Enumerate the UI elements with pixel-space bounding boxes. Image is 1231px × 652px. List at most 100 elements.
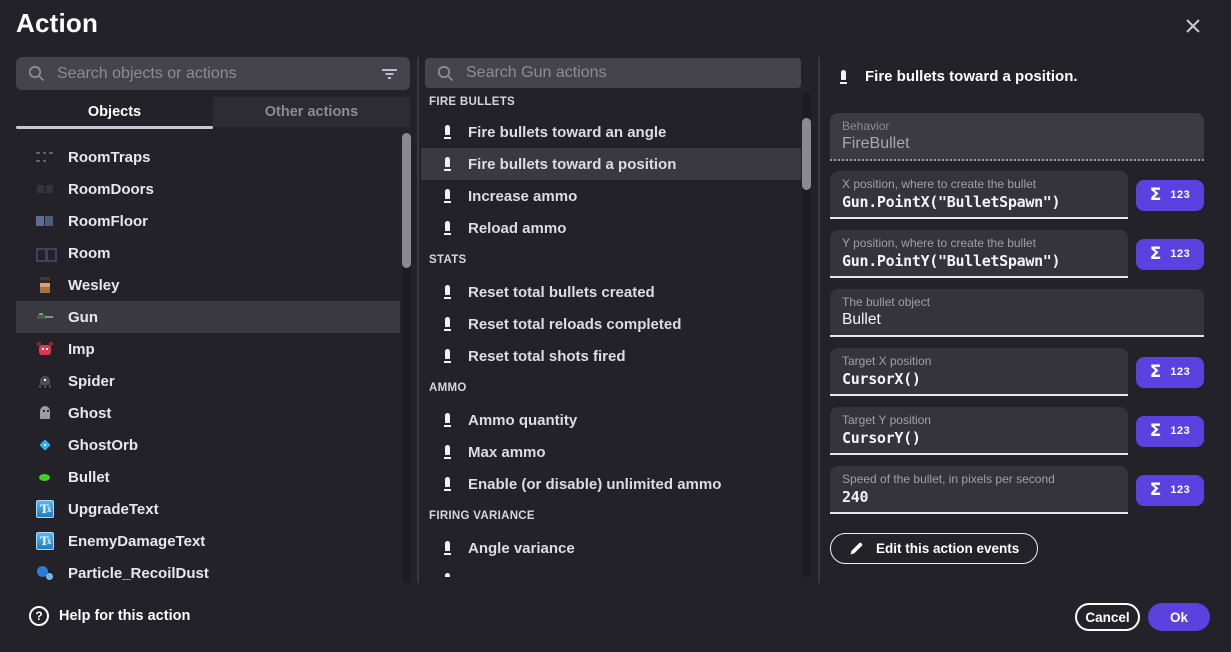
object-row-roomfloor[interactable]: RoomFloor bbox=[16, 205, 400, 237]
objects-search-input[interactable]: Search objects or actions bbox=[16, 57, 410, 90]
object-row-ghost[interactable]: Ghost bbox=[16, 397, 400, 429]
bullet-behavior-icon bbox=[444, 157, 451, 171]
action-row-increase-ammo[interactable]: Increase ammo bbox=[421, 180, 801, 212]
action-row-reset-total-shots-fired[interactable]: Reset total shots fired bbox=[421, 340, 801, 372]
expression-sigma-123-icon[interactable]: Σ123 bbox=[1136, 475, 1204, 506]
object-name: Spider bbox=[68, 373, 115, 390]
object-row-imp[interactable]: Imp bbox=[16, 333, 400, 365]
action-row-fire-bullets-toward-a-position[interactable]: Fire bullets toward a position bbox=[421, 148, 801, 180]
object-row-spider[interactable]: Spider bbox=[16, 365, 400, 397]
action-row-reset-total-reloads-completed[interactable]: Reset total reloads completed bbox=[421, 308, 801, 340]
action-label: Ammo quantity bbox=[468, 412, 577, 429]
bullet-behavior-icon bbox=[444, 349, 451, 363]
action-description-text: Fire bullets toward a position. bbox=[865, 67, 1078, 85]
action-dialog: { "dialog": { "title": "Action", "close_… bbox=[0, 0, 1231, 652]
bullet-behavior-icon bbox=[444, 477, 451, 491]
object-name: Bullet bbox=[68, 469, 110, 486]
tab-objects[interactable]: Objects bbox=[16, 97, 213, 127]
digits-glyph: 123 bbox=[1170, 189, 1190, 201]
field-row-speed-of-the-bullet-in-pixels-per-second: Speed of the bullet, in pixels per secon… bbox=[830, 466, 1204, 514]
ghostorb-sprite-icon bbox=[36, 436, 54, 454]
action-label: Fire bullets toward a position bbox=[468, 156, 676, 173]
wesley-sprite-icon bbox=[36, 276, 54, 294]
ok-button[interactable]: Ok bbox=[1148, 603, 1210, 631]
field-the-bullet-object[interactable]: The bullet objectBullet bbox=[830, 289, 1204, 337]
action-row-ammo-quantity[interactable]: Ammo quantity bbox=[421, 404, 801, 436]
object-row-particle-recoildust[interactable]: Particle_RecoilDust bbox=[16, 557, 400, 583]
object-row-roomdoors[interactable]: RoomDoors bbox=[16, 173, 400, 205]
object-row-upgradetext[interactable]: UpgradeText bbox=[16, 493, 400, 525]
object-row-wesley[interactable]: Wesley bbox=[16, 269, 400, 301]
action-row-enable-or-disable-unlimited-ammo[interactable]: Enable (or disable) unlimited ammo bbox=[421, 468, 801, 500]
field-label: Behavior bbox=[842, 119, 1192, 133]
object-row-roomtraps[interactable]: RoomTraps bbox=[16, 141, 400, 173]
object-row-enemydamagetext[interactable]: EnemyDamageText bbox=[16, 525, 400, 557]
action-row-max-ammo[interactable]: Max ammo bbox=[421, 436, 801, 468]
bullet-behavior-icon bbox=[444, 221, 451, 235]
expression-sigma-123-icon[interactable]: Σ 123 bbox=[1136, 180, 1204, 211]
action-label: Reset total reloads completed bbox=[468, 316, 681, 333]
tab-other-actions[interactable]: Other actions bbox=[213, 97, 410, 127]
search-placeholder: Search objects or actions bbox=[57, 65, 369, 83]
expression-sigma-123-icon[interactable]: Σ123 bbox=[1136, 416, 1204, 447]
field-speed-of-the-bullet-in-pixels-per-second[interactable]: Speed of the bullet, in pixels per secon… bbox=[830, 466, 1128, 514]
field-y-position-where-to-create-the-bullet[interactable]: Y position, where to create the bulletGu… bbox=[830, 230, 1128, 278]
expression-sigma-123-icon[interactable]: Σ123 bbox=[1136, 357, 1204, 388]
action-row-angle-variance[interactable]: Angle variance bbox=[421, 532, 801, 564]
field-label: Target X position bbox=[842, 354, 1116, 368]
object-name: Room bbox=[68, 245, 111, 262]
sigma-glyph: Σ bbox=[1150, 244, 1162, 264]
search-icon bbox=[437, 65, 454, 82]
action-list-scrollbar-thumb[interactable] bbox=[802, 118, 811, 190]
action-row-reset-total-bullets-created[interactable]: Reset total bullets created bbox=[421, 276, 801, 308]
parameters-panel: Fire bullets toward a position. Behavior… bbox=[830, 64, 1204, 564]
search-icon bbox=[28, 65, 45, 82]
field-target-x-position[interactable]: Target X positionCursorX() bbox=[830, 348, 1128, 396]
digits-glyph: 123 bbox=[1170, 484, 1190, 496]
edit-action-events-label: Edit this action events bbox=[876, 541, 1019, 556]
actions-search-input[interactable]: Search Gun actions bbox=[425, 58, 801, 88]
ghost-sprite-icon bbox=[36, 404, 54, 422]
action-label: Angle variance bbox=[468, 540, 575, 557]
action-row-fire-bullets-toward-an-angle[interactable]: Fire bullets toward an angle bbox=[421, 116, 801, 148]
action-row-partial[interactable] bbox=[421, 564, 801, 577]
cancel-button[interactable]: Cancel bbox=[1075, 603, 1140, 631]
action-list: FIRE BULLETSFire bullets toward an angle… bbox=[421, 88, 801, 577]
bullet-behavior-icon bbox=[444, 573, 451, 577]
close-icon[interactable] bbox=[1184, 14, 1208, 38]
imp-sprite-icon bbox=[36, 340, 54, 358]
help-link[interactable]: ? Help for this action bbox=[29, 606, 190, 626]
bullet-behavior-icon bbox=[444, 413, 451, 427]
spider-sprite-icon bbox=[36, 372, 54, 390]
sigma-glyph: Σ bbox=[1150, 185, 1162, 205]
room-sprite-icon bbox=[36, 244, 54, 262]
bullet-behavior-icon bbox=[444, 125, 451, 139]
search-placeholder: Search Gun actions bbox=[466, 64, 789, 82]
object-list-scrollbar-thumb[interactable] bbox=[402, 133, 411, 268]
expression-sigma-123-icon[interactable]: Σ123 bbox=[1136, 239, 1204, 270]
action-row-reload-ammo[interactable]: Reload ammo bbox=[421, 212, 801, 244]
divider-left bbox=[417, 57, 419, 583]
object-row-room[interactable]: Room bbox=[16, 237, 400, 269]
object-row-bullet[interactable]: Bullet bbox=[16, 461, 400, 493]
bullet-behavior-icon bbox=[444, 541, 451, 555]
roomfloor-sprite-icon bbox=[36, 212, 54, 230]
filter-icon[interactable] bbox=[381, 67, 398, 81]
object-name: GhostOrb bbox=[68, 437, 138, 454]
object-name: Particle_RecoilDust bbox=[68, 565, 209, 582]
object-name: RoomTraps bbox=[68, 149, 151, 166]
action-description: Fire bullets toward a position. bbox=[830, 64, 1204, 113]
object-row-ghostorb[interactable]: GhostOrb bbox=[16, 429, 400, 461]
sigma-glyph: Σ bbox=[1150, 421, 1162, 441]
field-target-y-position[interactable]: Target Y positionCursorY() bbox=[830, 407, 1128, 455]
bullet-behavior-icon bbox=[444, 285, 451, 299]
action-group-header-stats: STATS bbox=[421, 244, 801, 276]
action-label: Reload ammo bbox=[468, 220, 566, 237]
bulletobj-sprite-icon bbox=[36, 468, 54, 486]
object-row-gun[interactable]: Gun bbox=[16, 301, 400, 333]
field-value: Bullet bbox=[842, 311, 1192, 329]
field-row-target-x-position: Target X positionCursorX() Σ123 bbox=[830, 348, 1204, 396]
edit-action-events-button[interactable]: Edit this action events bbox=[830, 533, 1038, 564]
field-x-position-where-to-create-the-bullet[interactable]: X position, where to create the bulletGu… bbox=[830, 171, 1128, 219]
object-list: RoomTraps RoomDoorsRoomFloor Room WesleyGun… bbox=[16, 133, 400, 583]
